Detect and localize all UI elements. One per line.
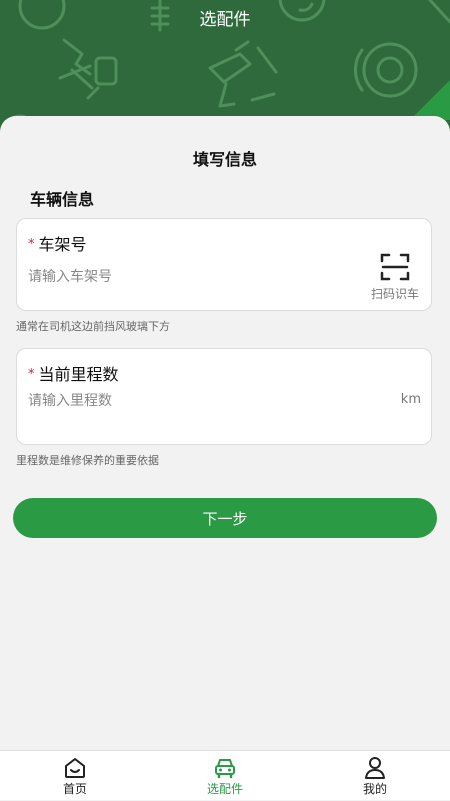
form-card: 填写信息 车辆信息 *车架号 扫码识车 通常在司机这边前挡风玻璃下方 *当前里程… (0, 116, 450, 750)
form-title: 填写信息 (192, 150, 257, 169)
tab-parts[interactable]: 选配件 (150, 751, 300, 801)
vin-input[interactable] (28, 267, 358, 287)
user-icon (365, 757, 385, 779)
mileage-field: *当前里程数 km (16, 348, 432, 445)
bottom-tab-bar: 首页 选配件 我的 (0, 750, 450, 800)
vin-field-label: * 车架号 (28, 231, 87, 255)
vin-field: *车架号 扫码识车 (16, 218, 432, 311)
scan-label: 扫码识车 (370, 287, 419, 301)
mileage-field-label: * 当前里程数 (28, 361, 119, 385)
home-icon (65, 758, 85, 778)
tab-home-label: 首页 (62, 782, 87, 796)
scan-icon (380, 253, 410, 281)
mileage-hint: 里程数是维修保养的重要依据 (16, 454, 159, 467)
tab-profile[interactable]: 我的 (300, 751, 450, 801)
tab-parts-label: 选配件 (206, 782, 243, 796)
tab-home[interactable]: 首页 (0, 751, 150, 801)
next-step-button[interactable]: 下一步 (13, 498, 437, 538)
car-icon (215, 759, 235, 779)
vin-hint: 通常在司机这边前挡风玻璃下方 (16, 320, 170, 333)
required-mark: * (28, 237, 35, 252)
mileage-label-text: 当前里程数 (38, 365, 119, 384)
section-title: 车辆信息 (30, 190, 95, 209)
required-mark: * (28, 367, 35, 382)
vin-label-text: 车架号 (38, 235, 87, 254)
mileage-input[interactable] (28, 391, 368, 411)
scan-vin-button[interactable]: 扫码识车 (369, 251, 421, 301)
mileage-unit: km (400, 392, 421, 407)
page-title: 选配件 (199, 10, 251, 30)
tab-profile-label: 我的 (362, 782, 387, 796)
